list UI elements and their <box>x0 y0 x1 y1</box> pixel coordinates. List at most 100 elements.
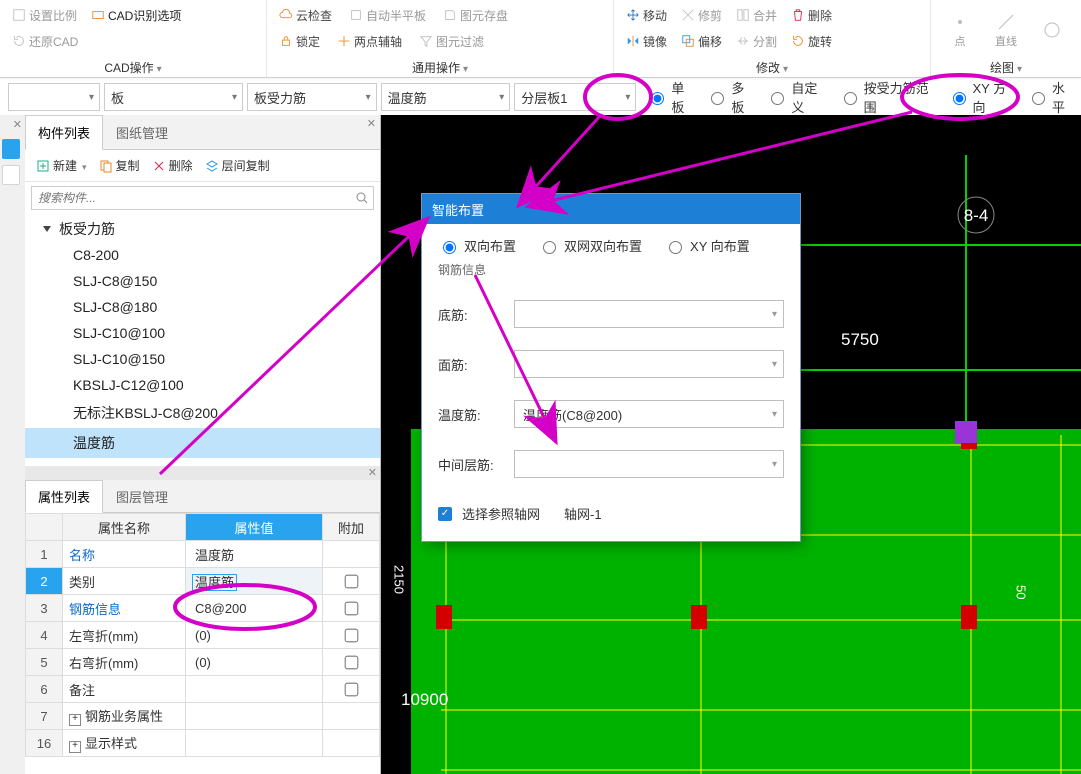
prop-h0 <box>26 514 63 541</box>
ribbon-group-modify-title: 修改 <box>614 59 930 76</box>
tree-root[interactable]: 板受力筋 <box>25 216 380 242</box>
cloud-check-button[interactable]: 云检查 <box>275 5 339 26</box>
radio-byrange[interactable]: 按受力筋范围 <box>839 78 936 116</box>
prop-h-val: 属性值 <box>186 514 323 541</box>
ref-label: 选择参照轴网 <box>462 504 540 523</box>
bottom-dropdown[interactable] <box>514 300 784 328</box>
panel-close-icon[interactable]: ✕ <box>367 117 376 130</box>
circle-icon <box>1042 20 1062 40</box>
sel-5[interactable]: 分层板1 <box>514 83 636 111</box>
trim-button[interactable]: 修剪 <box>677 5 726 26</box>
two-point-button[interactable]: 两点辅轴 <box>333 31 409 52</box>
tab-layers[interactable]: 图层管理 <box>103 480 181 512</box>
table-row[interactable]: 6备注 <box>26 676 380 703</box>
tree-item[interactable]: SLJ-C8@180 <box>25 294 380 320</box>
top-dropdown[interactable] <box>514 350 784 378</box>
axis-label: 8-4 <box>964 206 989 225</box>
sel-3[interactable]: 板受力筋 <box>247 83 377 111</box>
table-row[interactable]: 7+钢筋业务属性 <box>26 703 380 730</box>
ref-checkbox[interactable]: ✓ <box>438 507 452 521</box>
move-button[interactable]: 移动 <box>622 5 671 26</box>
search-icon[interactable] <box>351 191 373 205</box>
mid-label: 中间层筋: <box>438 455 514 474</box>
top-label: 面筋: <box>438 355 514 374</box>
tab-component-list[interactable]: 构件列表 <box>25 115 103 150</box>
sel-1[interactable] <box>8 83 100 111</box>
temp-dropdown[interactable]: 温度筋(C8@200) <box>514 400 784 428</box>
sel-2[interactable]: 板 <box>104 83 243 111</box>
set-scale-button[interactable]: 设置比例 <box>8 5 81 26</box>
radio-xydir[interactable]: XY 向布置 <box>664 236 750 255</box>
filter-button[interactable]: 图元过滤 <box>415 31 488 52</box>
dim-5750: 5750 <box>841 330 879 349</box>
dock-tab-2[interactable] <box>2 165 20 185</box>
component-search <box>31 186 374 210</box>
table-row[interactable]: 1名称温度筋 <box>26 541 380 568</box>
copy-button[interactable]: 复制 <box>94 154 145 177</box>
table-row[interactable]: 4左弯折(mm)(0) <box>26 622 380 649</box>
ribbon-group-draw-title: 绘图 <box>931 59 1081 76</box>
tree-item[interactable]: C8-200 <box>25 242 380 268</box>
split-button[interactable]: 分割 <box>732 31 781 52</box>
tree-item[interactable]: 温度筋 <box>25 428 380 458</box>
ref-dropdown[interactable]: 轴网-1 <box>564 504 784 523</box>
sel-4[interactable]: 温度筋 <box>381 83 511 111</box>
tree-item[interactable]: SLJ-C10@100 <box>25 320 380 346</box>
tree-item[interactable]: 无标注KBSLJ-C8@200 <box>25 398 380 428</box>
radio-horiz[interactable]: 水平 <box>1027 78 1075 116</box>
tree-item[interactable]: SLJ-C8@150 <box>25 268 380 294</box>
ribbon-group-cad-title: CAD操作 <box>0 59 266 76</box>
dock-tab-1[interactable] <box>2 139 20 159</box>
table-row[interactable]: 3钢筋信息C8@200 <box>26 595 380 622</box>
left-dock: ✕ <box>0 115 25 774</box>
axis-icon <box>337 34 351 48</box>
mirror-button[interactable]: 镜像 <box>622 31 671 52</box>
delete-comp-button[interactable]: 删除 <box>147 154 198 177</box>
merge-button[interactable]: 合并 <box>732 5 781 26</box>
tree-item[interactable]: KBSLJ-C12@100 <box>25 372 380 398</box>
circle-button[interactable] <box>1031 2 1073 58</box>
svg-text:50: 50 <box>1014 585 1029 599</box>
offset-button[interactable]: 偏移 <box>677 31 726 52</box>
radio-multi[interactable]: 多板 <box>706 78 754 116</box>
rotate-button[interactable]: 旋转 <box>787 31 836 52</box>
delete-button[interactable]: 删除 <box>787 5 836 26</box>
save-disk-button[interactable]: 图元存盘 <box>439 5 515 26</box>
dock-close-icon[interactable]: ✕ <box>13 118 22 131</box>
restore-cad-button[interactable]: 还原CAD <box>8 31 82 52</box>
radio-dualnet[interactable]: 双网双向布置 <box>538 236 642 255</box>
splitter[interactable]: ✕ <box>25 466 380 480</box>
option-bar: 板 板受力筋 温度筋 分层板1 单板 多板 自定义 按受力筋范围 XY 方向 水… <box>0 78 1081 117</box>
layers-icon <box>205 159 219 173</box>
radio-bidir[interactable]: 双向布置 <box>438 236 516 255</box>
restore-icon <box>12 34 26 48</box>
point-button[interactable]: 点 <box>939 2 981 58</box>
new-icon <box>36 159 50 173</box>
mirror-icon <box>626 34 640 48</box>
tab-drawing-mgmt[interactable]: 图纸管理 <box>103 115 181 149</box>
table-row[interactable]: 2类别温度筋 <box>26 568 380 595</box>
search-input[interactable] <box>32 191 351 205</box>
dialog-title[interactable]: 智能布置 <box>422 194 800 224</box>
table-row[interactable]: 5右弯折(mm)(0) <box>26 649 380 676</box>
auto-half-button[interactable]: 自动半平板 <box>345 5 433 26</box>
component-tabs: 构件列表 图纸管理 <box>25 115 380 150</box>
radio-single[interactable]: 单板 <box>646 78 694 116</box>
radio-xy[interactable]: XY 方向 <box>948 78 1016 116</box>
tab-properties[interactable]: 属性列表 <box>25 480 103 513</box>
mid-dropdown[interactable] <box>514 450 784 478</box>
rebar-section-label: 钢筋信息 <box>438 261 784 278</box>
component-toolbar: 新建 复制 删除 层间复制 <box>25 150 380 182</box>
line-button[interactable]: 直线 <box>985 2 1027 58</box>
lock-button[interactable]: 锁定 <box>275 31 327 52</box>
svg-text:2150: 2150 <box>392 565 407 594</box>
new-button[interactable]: 新建 <box>31 154 92 177</box>
ribbon-group-general-title: 通用操作 <box>267 59 613 76</box>
table-row[interactable]: 16+显示样式 <box>26 730 380 757</box>
disk-icon <box>443 8 457 22</box>
prop-close-icon[interactable]: ✕ <box>368 466 377 479</box>
tree-item[interactable]: SLJ-C10@150 <box>25 346 380 372</box>
interlayer-copy-button[interactable]: 层间复制 <box>200 154 275 177</box>
radio-custom[interactable]: 自定义 <box>766 78 826 116</box>
cad-options-button[interactable]: CAD识别选项 <box>87 5 185 26</box>
